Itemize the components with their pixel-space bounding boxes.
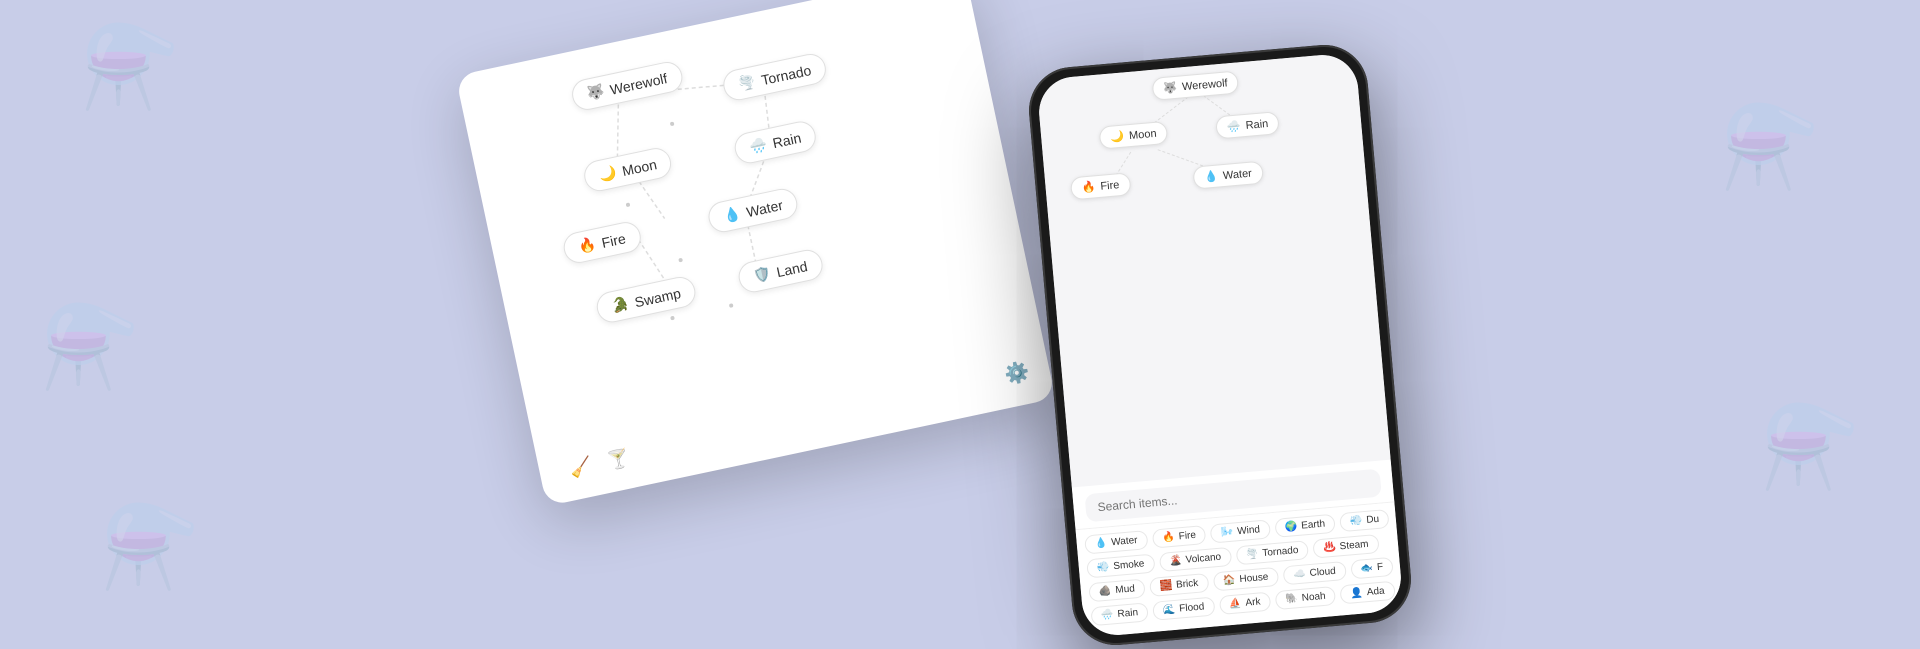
item-fire[interactable]: 🔥 Fire	[1152, 525, 1207, 549]
item-cloud[interactable]: ☁️ Cloud	[1282, 561, 1346, 585]
phone-node-moon[interactable]: 🌙Moon	[1099, 121, 1169, 150]
item-ark[interactable]: ⛵ Ark	[1218, 592, 1271, 615]
item-house[interactable]: 🏠 House	[1212, 567, 1279, 592]
item-mud[interactable]: 🪨 Mud	[1088, 579, 1145, 603]
node-water[interactable]: 💧 Water	[706, 186, 801, 235]
item-water[interactable]: 💧 Water	[1084, 530, 1148, 554]
item-volcano[interactable]: 🌋 Volcano	[1158, 547, 1231, 572]
main-scene: 🐺 Werewolf 🌪️ Tornado 🌙 Moon 🌧️ Rain 🔥 F…	[610, 5, 1310, 625]
phone-node-water[interactable]: 💧Water	[1192, 161, 1263, 190]
node-land[interactable]: 🛡️ Land	[736, 247, 825, 295]
node-swamp[interactable]: 🐊 Swamp	[594, 274, 698, 325]
item-smoke[interactable]: 💨 Smoke	[1086, 554, 1155, 579]
item-tornado[interactable]: 🌪️ Tornado	[1235, 540, 1309, 565]
phone-node-fire[interactable]: 🔥Fire	[1070, 172, 1131, 200]
node-werewolf[interactable]: 🐺 Werewolf	[569, 59, 685, 113]
node-moon[interactable]: 🌙 Moon	[581, 145, 674, 194]
item-brick[interactable]: 🧱 Brick	[1149, 573, 1209, 597]
settings-icon[interactable]: ⚙️	[1002, 358, 1032, 388]
filter-icon[interactable]: 🍸	[605, 447, 631, 472]
item-rain[interactable]: 🌧️ Rain	[1090, 602, 1148, 626]
item-wind[interactable]: 🌬️ Wind	[1210, 519, 1271, 543]
phone-screen: 🐺Werewolf 🌙Moon 🌧️Rain 🔥Fire 💧Water	[1036, 52, 1404, 638]
node-rain[interactable]: 🌧️ Rain	[732, 119, 819, 166]
game-canvas: 🐺 Werewolf 🌪️ Tornado 🌙 Moon 🌧️ Rain 🔥 F…	[455, 0, 1055, 506]
item-dust[interactable]: 💨 Du	[1339, 509, 1390, 532]
phone-node-rain[interactable]: 🌧️Rain	[1215, 111, 1280, 139]
item-steam[interactable]: ♨️ Steam	[1313, 534, 1380, 559]
item-flood[interactable]: 🌊 Flood	[1152, 597, 1215, 621]
brush-icon[interactable]: 🧹	[568, 455, 594, 480]
node-tornado[interactable]: 🌪️ Tornado	[721, 51, 829, 103]
item-adam[interactable]: 👤 Ada	[1340, 581, 1396, 605]
node-fire[interactable]: 🔥 Fire	[561, 219, 643, 265]
phone-node-werewolf[interactable]: 🐺Werewolf	[1151, 70, 1239, 100]
item-earth[interactable]: 🌍 Earth	[1274, 514, 1336, 538]
item-noah[interactable]: 🐘 Noah	[1275, 586, 1337, 610]
item-fish[interactable]: 🐟 F	[1350, 557, 1394, 580]
canvas-toolbar: 🧹 🍸	[568, 447, 632, 480]
phone-device: 🐺Werewolf 🌙Moon 🌧️Rain 🔥Fire 💧Water	[1025, 41, 1414, 648]
phone-game-area: 🐺Werewolf 🌙Moon 🌧️Rain 🔥Fire 💧Water	[1036, 52, 1390, 487]
